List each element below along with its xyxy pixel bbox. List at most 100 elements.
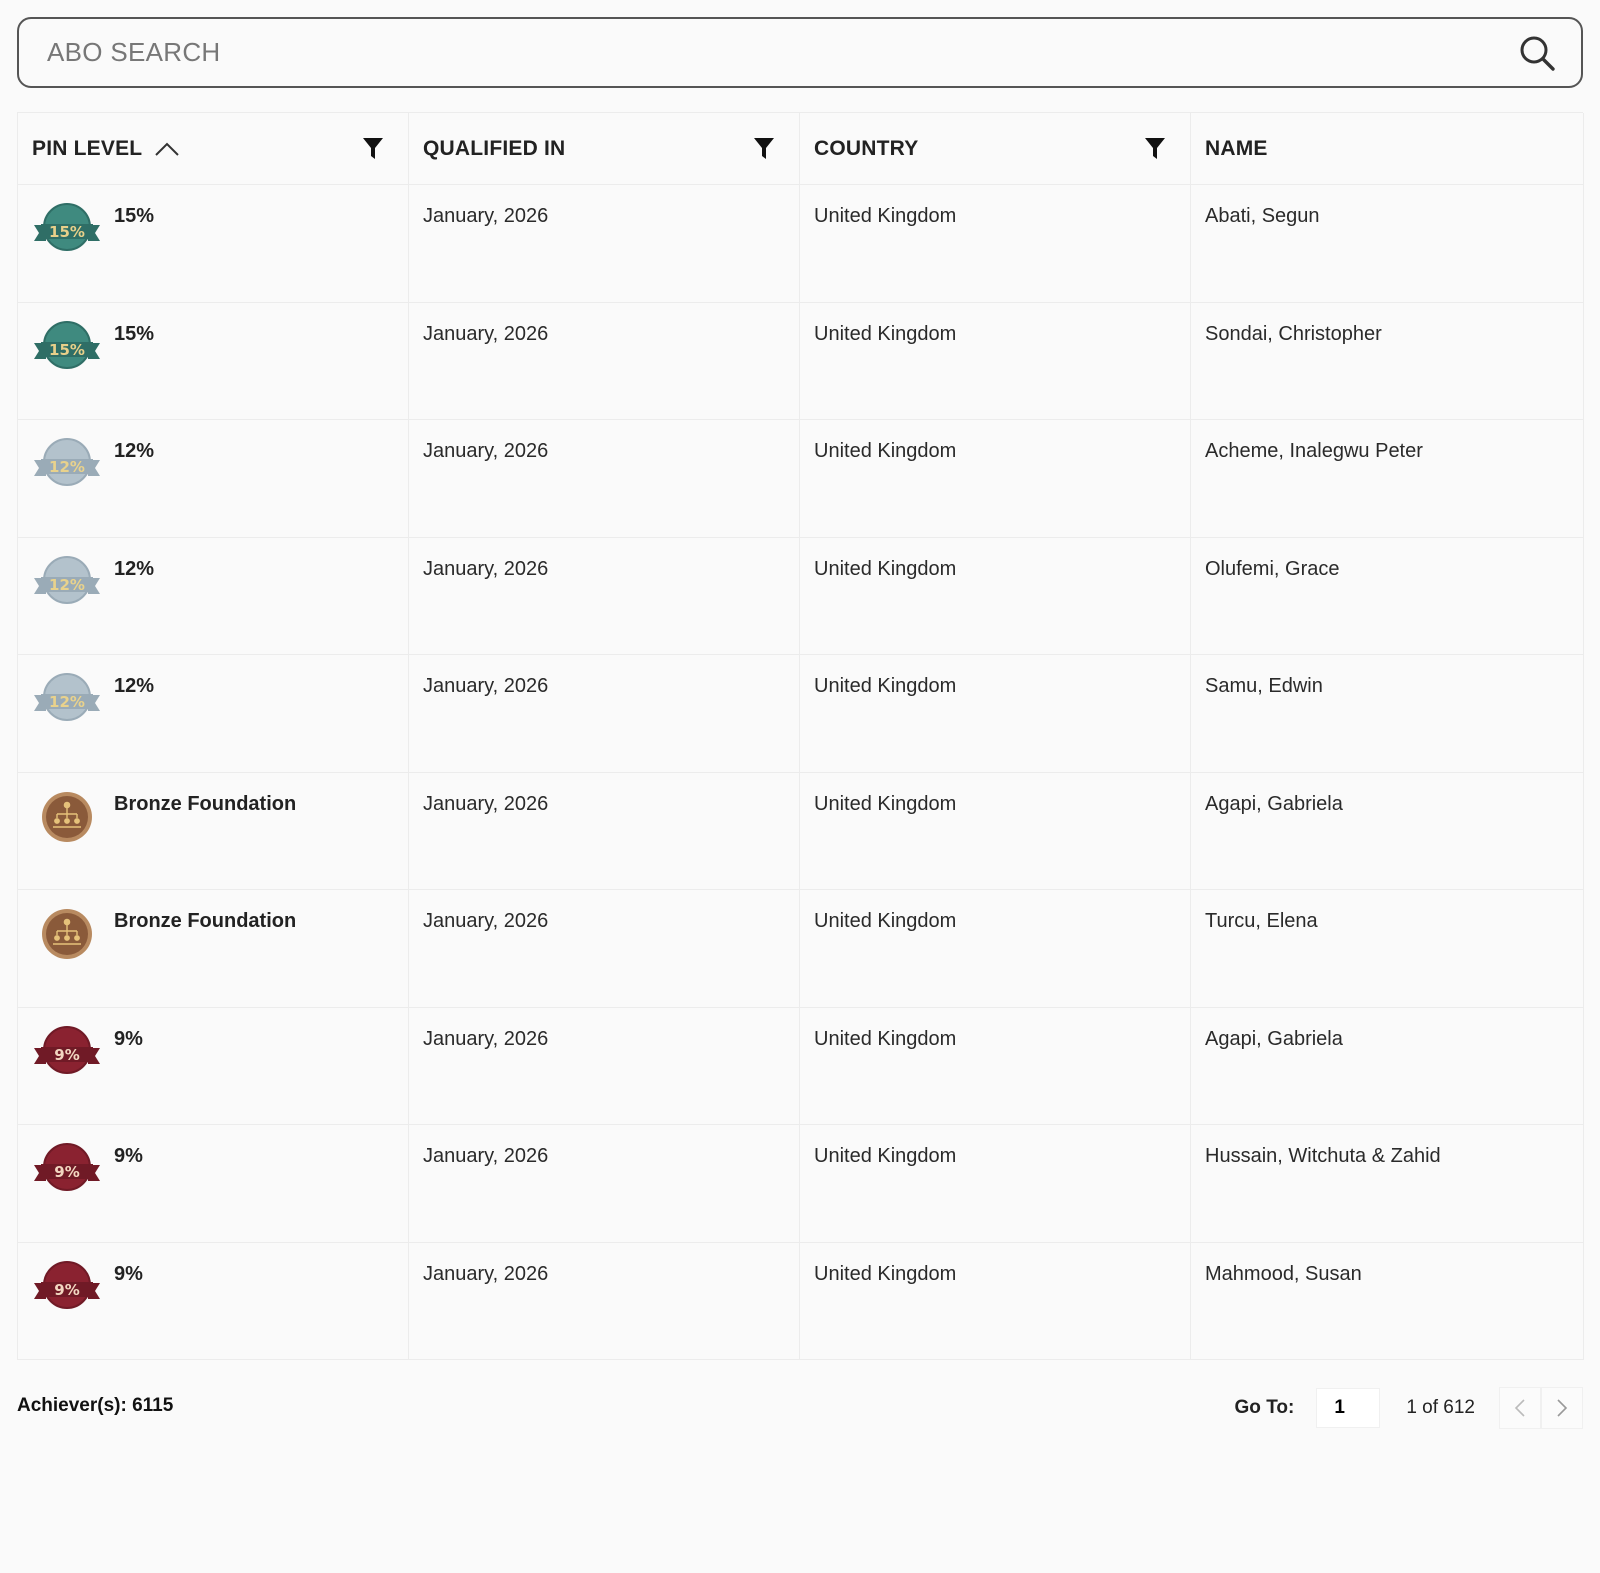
qualified-in-cell: January, 2026 [409,420,800,538]
chevron-right-icon [1557,1399,1568,1417]
page-count: 1 of 612 [1406,1397,1475,1418]
table-row[interactable]: 9% 9% January, 2026 United Kingdom Agapi… [18,1007,1584,1125]
column-header-name[interactable]: NAME [1191,113,1584,185]
pin-level-label: 12% [114,675,155,697]
bronze-foundation-icon [32,785,102,849]
qualified-in-cell: January, 2026 [409,537,800,655]
filter-icon[interactable] [753,137,775,161]
chevron-left-icon [1514,1399,1525,1417]
svg-text:12%: 12% [49,576,85,594]
name-cell: Agapi, Gabriela [1191,1007,1584,1125]
badge-9-icon: 9% [32,1020,102,1084]
country-cell: United Kingdom [800,1007,1191,1125]
pin-level-label: Bronze Foundation [114,910,297,932]
qualified-in-cell: January, 2026 [409,1007,800,1125]
badge-12-icon: 12% [32,667,102,731]
svg-text:9%: 9% [54,1163,79,1181]
pin-level-cell: Bronze Foundation [18,772,409,890]
name-cell: Olufemi, Grace [1191,537,1584,655]
next-page-button[interactable] [1541,1387,1583,1429]
qualified-in-cell: January, 2026 [409,890,800,1008]
country-cell: United Kingdom [800,537,1191,655]
sort-ascending-icon[interactable] [154,141,180,157]
svg-text:12%: 12% [49,693,85,711]
country-cell: United Kingdom [800,185,1191,303]
qualified-in-cell: January, 2026 [409,655,800,773]
achievers-count: Achiever(s): 6115 [17,1395,174,1416]
table-row[interactable]: 15% 15% January, 2026 United Kingdom Son… [18,302,1584,420]
goto-label: Go To: [1234,1397,1295,1418]
column-label: COUNTRY [814,136,919,160]
pagination: Go To: 1 of 612 [1235,1385,1583,1431]
search-bar [17,17,1583,88]
table-header-row: PIN LEVEL QUALIFIED IN COUNTRY NAME [18,113,1584,185]
qualified-in-cell: January, 2026 [409,772,800,890]
filter-icon[interactable] [362,137,384,161]
badge-9-icon: 9% [32,1255,102,1319]
bronze-foundation-icon [32,902,102,966]
pin-level-label: 15% [114,322,155,345]
country-cell: United Kingdom [800,420,1191,538]
country-cell: United Kingdom [800,1125,1191,1243]
pin-level-label: 15% [114,205,155,227]
name-cell: Acheme, Inalegwu Peter [1191,420,1584,538]
country-cell: United Kingdom [800,890,1191,1008]
pin-level-cell: 12% 12% [18,655,409,773]
badge-15-icon: 15% [32,315,102,379]
pin-level-cell: Bronze Foundation [18,890,409,1008]
table-footer: Achiever(s): 6115 Go To: 1 of 612 [17,1385,1583,1431]
filter-icon[interactable] [1144,137,1166,161]
name-cell: Abati, Segun [1191,185,1584,303]
qualified-in-cell: January, 2026 [409,1125,800,1243]
column-header-pin-level[interactable]: PIN LEVEL [18,113,409,185]
svg-text:9%: 9% [54,1281,79,1299]
svg-text:12%: 12% [49,458,85,476]
goto-page-input[interactable] [1316,1388,1381,1428]
column-label: NAME [1205,136,1268,160]
table-row[interactable]: 12% 12% January, 2026 United Kingdom Ach… [18,420,1584,538]
pin-level-label: 12% [114,557,155,580]
name-cell: Sondai, Christopher [1191,302,1584,420]
country-cell: United Kingdom [800,302,1191,420]
search-icon[interactable] [1515,31,1559,75]
badge-12-icon: 12% [32,432,102,496]
table-row[interactable]: 15% 15% January, 2026 United Kingdom Aba… [18,185,1584,303]
column-header-qualified-in[interactable]: QUALIFIED IN [409,113,800,185]
name-cell: Turcu, Elena [1191,890,1584,1008]
svg-text:15%: 15% [49,223,85,241]
pin-level-label: 9% [114,1262,143,1285]
table-row[interactable]: 12% 12% January, 2026 United Kingdom Sam… [18,655,1584,773]
previous-page-button[interactable] [1499,1387,1541,1429]
country-cell: United Kingdom [800,1242,1191,1360]
qualified-in-cell: January, 2026 [409,185,800,303]
table-row[interactable]: 9% 9% January, 2026 United Kingdom Mahmo… [18,1242,1584,1360]
achievers-table: PIN LEVEL QUALIFIED IN COUNTRY NAME 15% … [17,112,1584,1360]
country-cell: United Kingdom [800,655,1191,773]
svg-text:15%: 15% [49,341,85,359]
table-row[interactable]: Bronze Foundation January, 2026 United K… [18,890,1584,1008]
table-body: 15% 15% January, 2026 United Kingdom Aba… [18,185,1584,1360]
pin-level-label: 9% [114,1145,143,1167]
name-cell: Samu, Edwin [1191,655,1584,773]
column-label: QUALIFIED IN [423,136,566,160]
pin-level-cell: 12% 12% [18,420,409,538]
country-cell: United Kingdom [800,772,1191,890]
table-row[interactable]: 9% 9% January, 2026 United Kingdom Hussa… [18,1125,1584,1243]
pin-level-cell: 9% 9% [18,1125,409,1243]
pin-level-cell: 9% 9% [18,1007,409,1125]
name-cell: Hussain, Witchuta & Zahid [1191,1125,1584,1243]
name-cell: Agapi, Gabriela [1191,772,1584,890]
badge-15-icon: 15% [32,197,102,261]
table-row[interactable]: 12% 12% January, 2026 United Kingdom Olu… [18,537,1584,655]
pin-level-label: 12% [114,440,155,462]
table-row[interactable]: Bronze Foundation January, 2026 United K… [18,772,1584,890]
qualified-in-cell: January, 2026 [409,302,800,420]
pin-level-cell: 12% 12% [18,537,409,655]
search-input[interactable] [19,19,1515,86]
pin-level-label: 9% [114,1027,143,1050]
pin-level-cell: 15% 15% [18,185,409,303]
name-cell: Mahmood, Susan [1191,1242,1584,1360]
column-header-country[interactable]: COUNTRY [800,113,1191,185]
qualified-in-cell: January, 2026 [409,1242,800,1360]
column-label: PIN LEVEL [32,136,143,160]
